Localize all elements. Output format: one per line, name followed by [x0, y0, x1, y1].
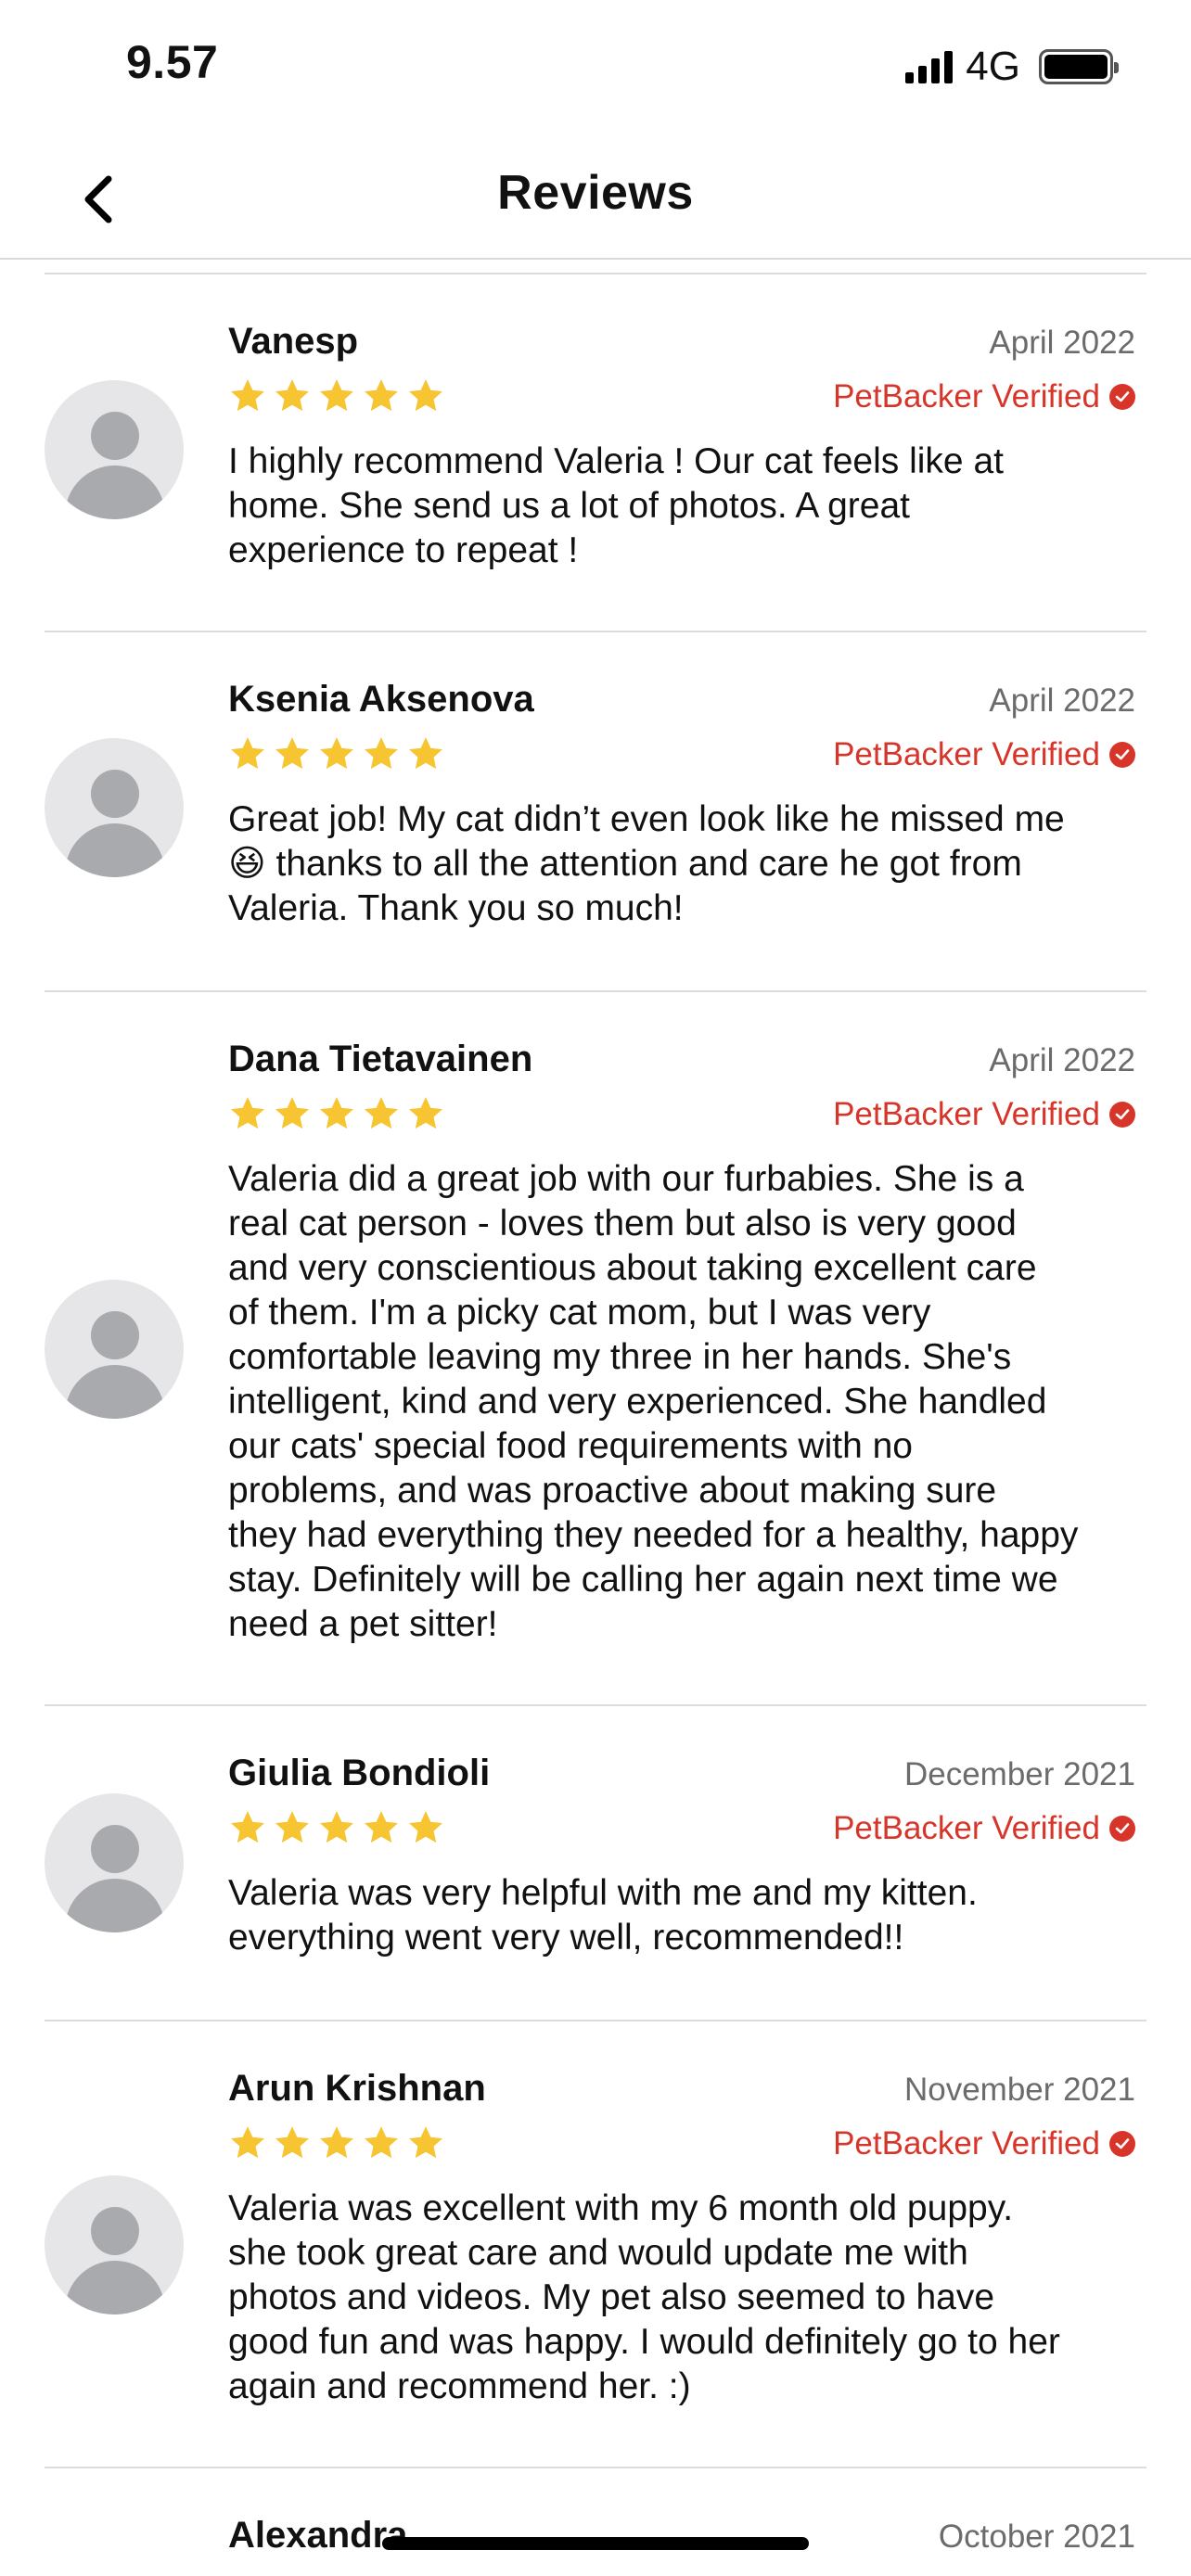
review-text: Great job! My cat didn’t even look like … — [228, 799, 1065, 928]
star-icon — [409, 1811, 442, 1843]
avatar — [45, 1793, 184, 1932]
review-item: Vanesp April 2022 PetBacker Verified I h… — [45, 273, 1146, 631]
battery-icon — [1039, 49, 1119, 84]
star-rating — [228, 1808, 445, 1847]
star-icon — [365, 2126, 398, 2159]
reviewer-name: Dana Tietavainen — [228, 1039, 533, 1079]
home-indicator[interactable] — [382, 2537, 809, 2550]
review-date: October 2021 — [938, 2519, 1135, 2555]
star-icon — [275, 737, 309, 770]
review-item: Alexandra October 2021 — [45, 2467, 1146, 2576]
review-text: I highly recommend Valeria ! Our cat fee… — [228, 441, 1004, 570]
check-circle-icon — [1109, 2131, 1135, 2157]
review-text: Valeria was very helpful with me and my … — [228, 1873, 978, 1958]
star-rating — [228, 2123, 445, 2162]
star-icon — [231, 2126, 264, 2159]
reviewer-name: Arun Krishnan — [228, 2068, 486, 2109]
review-item: Ksenia Aksenova April 2022 PetBacker Ver… — [45, 631, 1146, 990]
star-icon — [409, 1097, 442, 1129]
verified-label: PetBacker Verified — [833, 378, 1100, 414]
page-title: Reviews — [497, 166, 694, 220]
star-icon — [275, 2126, 309, 2159]
status-indicators: 4G — [905, 41, 1119, 93]
check-circle-icon — [1109, 384, 1135, 410]
avatar — [45, 738, 184, 877]
verified-label: PetBacker Verified — [833, 1096, 1100, 1132]
navigation-bar: Reviews — [0, 130, 1191, 260]
star-icon — [320, 379, 353, 412]
status-time: 9.57 — [126, 36, 219, 88]
star-icon — [409, 2126, 442, 2159]
review-text: Valeria did a great job with our furbabi… — [228, 1159, 1079, 1644]
cellular-signal-icon — [905, 50, 954, 83]
star-icon — [320, 1097, 353, 1129]
verified-badge: PetBacker Verified — [833, 1810, 1135, 1847]
star-icon — [275, 379, 309, 412]
star-icon — [231, 1811, 264, 1843]
check-circle-icon — [1109, 1816, 1135, 1842]
star-icon — [275, 1097, 309, 1129]
star-icon — [320, 2126, 353, 2159]
star-icon — [275, 1811, 309, 1843]
review-item: Giulia Bondioli December 2021 PetBacker … — [45, 1704, 1146, 2020]
star-rating — [228, 1094, 445, 1133]
review-list: Vanesp April 2022 PetBacker Verified I h… — [0, 261, 1191, 2576]
verified-label: PetBacker Verified — [833, 736, 1100, 772]
review-date: April 2022 — [989, 325, 1135, 361]
review-date: April 2022 — [989, 682, 1135, 719]
network-type-label: 4G — [966, 44, 1020, 89]
reviewer-name: Vanesp — [228, 321, 359, 362]
avatar — [45, 380, 184, 519]
star-icon — [365, 1811, 398, 1843]
review-item: Dana Tietavainen April 2022 PetBacker Ve… — [45, 990, 1146, 1704]
star-rating — [228, 376, 445, 415]
reviewer-name: Giulia Bondioli — [228, 1753, 491, 1793]
star-rating — [228, 734, 445, 773]
check-circle-icon — [1109, 742, 1135, 768]
review-item: Arun Krishnan November 2021 PetBacker Ve… — [45, 2020, 1146, 2467]
verified-label: PetBacker Verified — [833, 1810, 1100, 1846]
avatar — [45, 1280, 184, 1419]
verified-badge: PetBacker Verified — [833, 378, 1135, 415]
verified-badge: PetBacker Verified — [833, 736, 1135, 773]
reviewer-name: Ksenia Aksenova — [228, 679, 534, 720]
star-icon — [231, 737, 264, 770]
star-icon — [409, 737, 442, 770]
star-icon — [365, 737, 398, 770]
verified-label: PetBacker Verified — [833, 2125, 1100, 2162]
review-text: Valeria was excellent with my 6 month ol… — [228, 2188, 1060, 2406]
review-date: November 2021 — [903, 2072, 1135, 2108]
star-icon — [409, 379, 442, 412]
star-icon — [231, 1097, 264, 1129]
review-date: December 2021 — [903, 1756, 1135, 1792]
star-icon — [320, 1811, 353, 1843]
verified-badge: PetBacker Verified — [833, 1096, 1135, 1133]
status-bar: 9.57 4G — [0, 0, 1191, 130]
star-icon — [231, 379, 264, 412]
reviewer-name: Alexandra — [228, 2515, 408, 2556]
verified-badge: PetBacker Verified — [833, 2125, 1135, 2162]
review-date: April 2022 — [989, 1042, 1135, 1078]
check-circle-icon — [1109, 1102, 1135, 1128]
star-icon — [365, 379, 398, 412]
star-icon — [365, 1097, 398, 1129]
avatar — [45, 2175, 184, 2315]
star-icon — [320, 737, 353, 770]
